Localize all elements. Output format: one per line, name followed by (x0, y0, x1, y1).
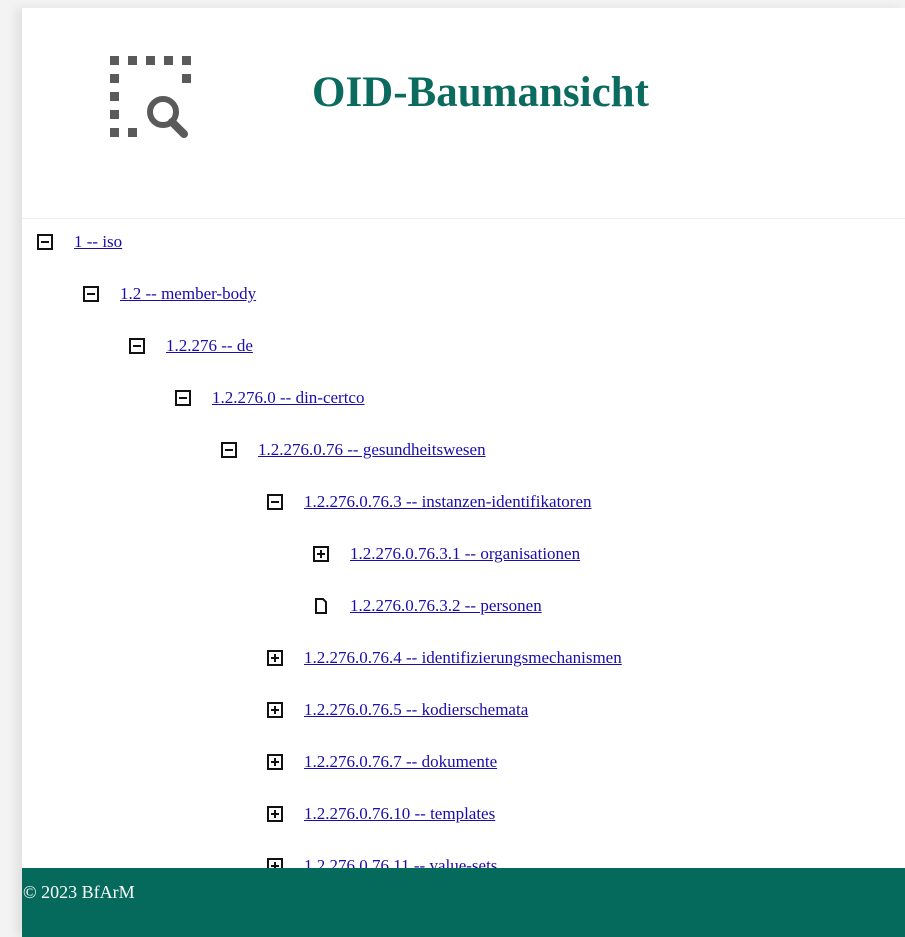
page: OID-Baumansicht 1 -- iso 1.2 -- member-bo… (22, 8, 905, 937)
tree-node-link[interactable]: 1.2 -- member-body (120, 284, 256, 304)
tree-node: 1.2.276.0.76.10 -- templates (267, 802, 495, 826)
tree-node-link[interactable]: 1.2.276.0.76.10 -- templates (304, 804, 495, 824)
document-icon (313, 598, 329, 614)
tree-node-link[interactable]: 1 -- iso (74, 232, 122, 252)
footer-copyright: © 2023 BfArM (23, 882, 135, 902)
footer: © 2023 BfArM (22, 868, 905, 937)
plus-square-icon[interactable] (267, 754, 283, 770)
tree-node: 1.2.276 -- de (129, 334, 253, 358)
tree-node: 1.2.276.0.76.4 -- identifizierungsmechan… (267, 646, 622, 670)
tree-node: 1 -- iso (37, 230, 122, 254)
tree-node: 1.2.276.0.76 -- gesundheitswesen (221, 438, 486, 462)
minus-square-icon[interactable] (83, 286, 99, 302)
tree-node: 1.2.276.0.76.7 -- dokumente (267, 750, 497, 774)
minus-square-icon[interactable] (175, 390, 191, 406)
tree-node: 1.2.276.0.76.3.2 -- personen (313, 594, 542, 618)
tree-node-link[interactable]: 1.2.276.0.76.3 -- instanzen-identifikato… (304, 492, 592, 512)
tree-node-link[interactable]: 1.2.276.0.76.5 -- kodierschemata (304, 700, 528, 720)
tree-node: 1.2.276.0.76.3.1 -- organisationen (313, 542, 580, 566)
plus-square-icon[interactable] (267, 702, 283, 718)
tree-node-link[interactable]: 1.2.276 -- de (166, 336, 253, 356)
tree-node: 1.2 -- member-body (83, 282, 256, 306)
tree-node-link[interactable]: 1.2.276.0.76.7 -- dokumente (304, 752, 497, 772)
page-title: OID-Baumansicht (312, 69, 649, 116)
tree-node-link[interactable]: 1.2.276.0.76.4 -- identifizierungsmechan… (304, 648, 622, 668)
tree-node: 1.2.276.0 -- din-certco (175, 386, 364, 410)
minus-square-icon[interactable] (37, 234, 53, 250)
dashed-square-search-icon (110, 56, 200, 146)
tree-node-link[interactable]: 1.2.276.0.76.3.1 -- organisationen (350, 544, 580, 564)
minus-square-icon[interactable] (129, 338, 145, 354)
plus-square-icon[interactable] (267, 806, 283, 822)
page-header: OID-Baumansicht (22, 8, 905, 219)
window-background: OID-Baumansicht 1 -- iso 1.2 -- member-bo… (0, 0, 905, 937)
tree-node: 1.2.276.0.76.5 -- kodierschemata (267, 698, 528, 722)
plus-square-icon[interactable] (313, 546, 329, 562)
plus-square-icon[interactable] (267, 650, 283, 666)
tree-node-link[interactable]: 1.2.276.0 -- din-certco (212, 388, 364, 408)
tree-node: 1.2.276.0.76.3 -- instanzen-identifikato… (267, 490, 592, 514)
minus-square-icon[interactable] (221, 442, 237, 458)
minus-square-icon[interactable] (267, 494, 283, 510)
tree-node-link[interactable]: 1.2.276.0.76 -- gesundheitswesen (258, 440, 486, 460)
tree-node-link[interactable]: 1.2.276.0.76.3.2 -- personen (350, 596, 542, 616)
